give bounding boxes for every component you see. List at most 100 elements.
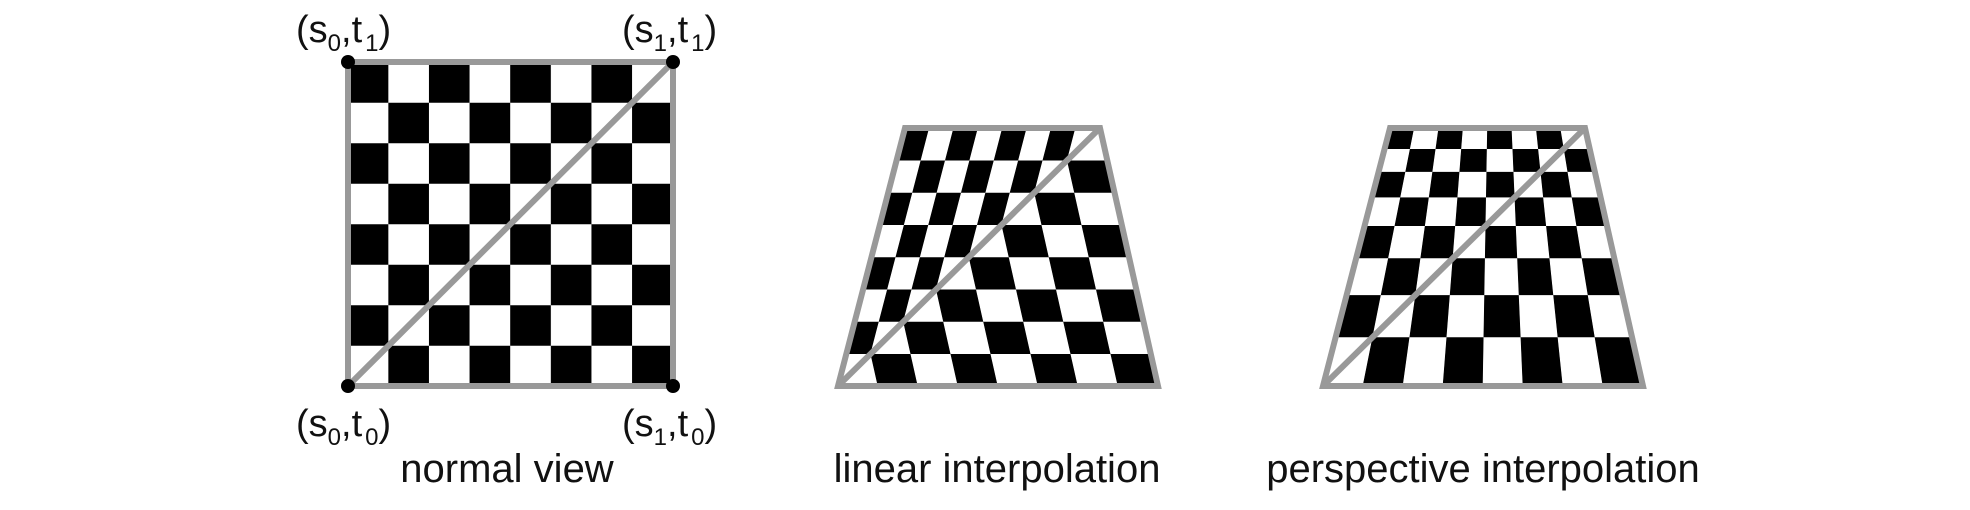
checker-cell xyxy=(1446,294,1485,338)
checker-cell xyxy=(347,61,389,103)
checker-cell xyxy=(510,345,552,387)
checker-cell xyxy=(550,183,593,225)
checker-cell xyxy=(428,61,471,103)
checker-cell xyxy=(1483,294,1522,338)
checker-cell xyxy=(591,223,633,265)
checker-cell xyxy=(1015,288,1064,322)
checker-cell xyxy=(1424,196,1459,226)
checker-cell xyxy=(1001,224,1050,258)
checker-cell xyxy=(1546,225,1583,259)
checker-cell xyxy=(975,288,1024,322)
checker-cell xyxy=(1409,127,1440,149)
checker-cell xyxy=(1455,196,1487,226)
checker-cell xyxy=(1514,196,1547,226)
checker-cell xyxy=(428,142,471,184)
checker-cell xyxy=(510,142,552,184)
checker-cell xyxy=(1400,171,1434,198)
checker-cell xyxy=(632,142,674,184)
checker-cell xyxy=(347,304,389,346)
checker-cell xyxy=(1543,196,1578,226)
checker-cell xyxy=(428,223,471,265)
checker-cell xyxy=(1420,225,1456,259)
checker-cell xyxy=(1428,171,1461,198)
checker-cell xyxy=(591,264,633,306)
checker-cell xyxy=(469,61,511,103)
checker-cell xyxy=(550,61,593,103)
checker-cell xyxy=(510,223,552,265)
checker-cell xyxy=(1512,148,1542,172)
checker-cell xyxy=(1457,171,1488,198)
checker-cell xyxy=(428,345,471,387)
checker-cell xyxy=(1540,171,1573,198)
corner-dot-top-right xyxy=(666,55,680,69)
checker-cell xyxy=(1442,336,1485,387)
corner-dot-bottom-left xyxy=(341,379,355,393)
checker-cell xyxy=(428,102,471,144)
checker-cell xyxy=(469,304,511,346)
checker-cell xyxy=(591,183,633,225)
checker-cell xyxy=(347,142,389,184)
checker-cell xyxy=(1486,127,1514,149)
checker-cell xyxy=(1388,225,1426,259)
checker-cell xyxy=(1409,294,1451,338)
caption-perspective-interpolation: perspective interpolation xyxy=(1266,447,1700,491)
checker-cell xyxy=(1517,257,1554,296)
corner-label-bottom-right: (s1,t 0) xyxy=(622,403,717,451)
checker-cell xyxy=(1485,171,1516,198)
checker-cell xyxy=(1482,336,1524,387)
checker-cell xyxy=(591,61,633,103)
checker-cell xyxy=(935,288,984,322)
checker-cell xyxy=(1405,148,1437,172)
checker-cell xyxy=(632,345,674,387)
texture-mapping-figure: (s0,t 1) (s1,t 1) (s0,t 0) (s1,t 0) normal v… xyxy=(296,9,1700,491)
checker-cell xyxy=(388,345,430,387)
checker-cell xyxy=(1008,256,1057,290)
checker-cell xyxy=(428,183,471,225)
checker-cell xyxy=(1484,225,1518,259)
checker-cell xyxy=(1515,225,1551,259)
checker-cell xyxy=(1063,321,1112,355)
checker-cell xyxy=(1459,148,1488,172)
corner-label-bottom-left: (s0,t 0) xyxy=(296,403,391,451)
checker-cell xyxy=(1461,127,1488,149)
checker-cell xyxy=(347,102,389,144)
checker-cell xyxy=(968,256,1017,290)
checker-cell xyxy=(903,321,952,355)
checker-cell xyxy=(990,353,1039,387)
checker-cell xyxy=(1023,321,1072,355)
checker-cell xyxy=(591,304,633,346)
checker-cell xyxy=(550,102,593,144)
checker-cell xyxy=(510,304,552,346)
checker-cell xyxy=(983,321,1032,355)
checker-cell xyxy=(1380,257,1422,296)
checker-cell xyxy=(388,102,430,144)
checker-cell xyxy=(632,183,674,225)
checker-cell xyxy=(1549,257,1589,296)
checker-cell xyxy=(870,353,919,387)
checker-cell xyxy=(469,142,511,184)
checker-cell xyxy=(388,61,430,103)
checker-cell xyxy=(347,264,389,306)
checker-cell xyxy=(510,102,552,144)
checker-cell xyxy=(1484,257,1520,296)
checker-cell xyxy=(1048,256,1097,290)
checker-cell xyxy=(1394,196,1430,226)
corner-label-top-left: (s0,t 1) xyxy=(296,9,391,57)
corner-dot-top-left xyxy=(341,55,355,69)
checker-cell xyxy=(591,345,633,387)
checker-cell xyxy=(1402,336,1448,387)
checker-cell xyxy=(1055,288,1104,322)
checker-cell xyxy=(347,183,389,225)
checker-cell xyxy=(632,304,674,346)
checker-cell xyxy=(388,223,430,265)
checker-cell xyxy=(550,223,593,265)
checker-cell xyxy=(469,345,511,387)
checker-cell xyxy=(1435,127,1464,149)
checker-cell xyxy=(950,353,999,387)
perspective-interpolation-panel: perspective interpolation xyxy=(1266,125,1700,491)
checker-cell xyxy=(1518,294,1559,338)
checker-cell xyxy=(1535,127,1565,149)
checker-cell xyxy=(943,321,992,355)
checker-cell xyxy=(550,304,593,346)
caption-linear-interpolation: linear interpolation xyxy=(834,447,1161,491)
